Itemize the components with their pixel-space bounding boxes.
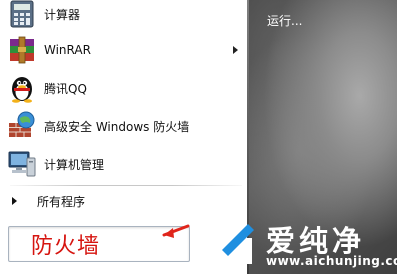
all-programs-button[interactable]: 所有程序 [4,190,244,212]
menu-separator [10,185,242,186]
program-item-qq[interactable]: 腾讯QQ [4,70,244,106]
program-label: 腾讯QQ [44,81,87,96]
run-command-link[interactable]: 运行... [267,12,302,29]
program-item-winrar[interactable]: WinRAR [4,32,244,68]
program-item-computer-management[interactable]: 计算机管理 [4,146,244,182]
program-item-calculator[interactable]: 计算器 [4,0,244,32]
expand-arrow-icon [12,197,17,205]
program-label: 计算机管理 [44,157,105,172]
watermark-logo-icon [208,220,254,264]
red-pointer-arrow-icon [162,224,190,238]
all-programs-label: 所有程序 [37,194,86,209]
qq-penguin-icon [6,72,38,104]
firewall-icon [6,110,38,142]
submenu-arrow-icon [233,46,238,54]
watermark-url: www.aichunjing.com [266,254,397,268]
winrar-icon [6,34,38,66]
program-label: 高级安全 Windows 防火墙 [44,119,190,134]
program-item-firewall[interactable]: 高级安全 Windows 防火墙 [4,108,244,144]
program-label: 计算器 [44,7,81,22]
calculator-icon [6,0,38,30]
search-query-text: 防火墙 [31,234,101,259]
program-label: WinRAR [44,43,91,57]
computer-management-icon [6,148,38,180]
